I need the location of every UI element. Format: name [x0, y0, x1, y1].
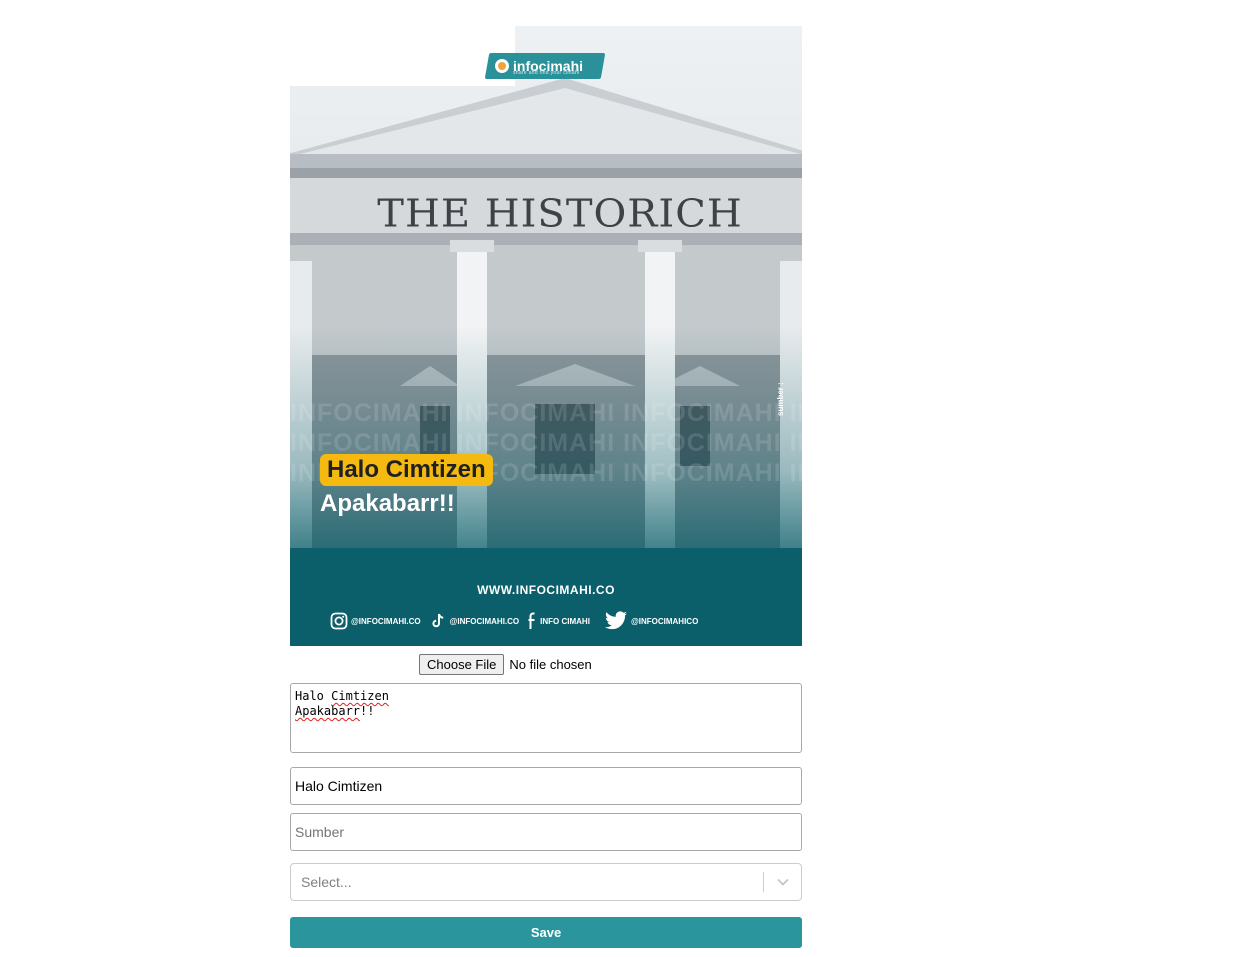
chevron-down-icon[interactable]: [764, 864, 801, 900]
title-input[interactable]: Halo Cimtizen: [290, 767, 802, 805]
title-input-value: Halo Cimtizen: [295, 778, 383, 794]
headline-highlight: Halo Cimtizen: [320, 454, 493, 486]
website-url: WWW.INFOCIMAHI.CO: [477, 583, 615, 597]
watermark-line: INFOCIMAHI INFOCIMAHI INFOCIMAHI INFOCIM…: [290, 399, 802, 427]
building-photo: [290, 26, 802, 646]
poster-preview: infocimahi share and find your cimahi TH…: [290, 26, 802, 646]
social-tiktok: @INFOCIMAHI.CO: [429, 612, 519, 630]
twitter-icon: [604, 611, 628, 630]
infocimahi-logo: infocimahi share and find your cimahi: [484, 53, 606, 79]
social-handles: @INFOCIMAHI.CO @INFOCIMAHI.CO INFO CIMAH…: [330, 609, 770, 633]
social-instagram: @INFOCIMAHI.CO: [330, 612, 421, 630]
select-placeholder: Select...: [301, 874, 352, 890]
category-select[interactable]: Select...: [290, 863, 802, 901]
sumber-input[interactable]: Sumber: [290, 813, 802, 851]
save-button[interactable]: Save: [290, 917, 802, 948]
choose-file-button[interactable]: Choose File: [419, 654, 505, 675]
social-twitter: @INFOCIMAHICO: [604, 611, 698, 630]
headline-subtitle: Apakabarr!!: [320, 490, 455, 517]
facebook-icon: [527, 612, 537, 630]
sumber-placeholder: Sumber: [295, 824, 345, 840]
instagram-icon: [330, 612, 348, 630]
tiktok-icon: [429, 612, 447, 630]
infocimahi-logo-icon: [495, 59, 509, 73]
building-inscription: THE HISTORICH: [377, 192, 743, 236]
caption-textarea[interactable]: Halo Cimtizen Apakabarr!!: [290, 683, 802, 753]
file-status: No file chosen: [509, 657, 592, 672]
file-upload: Choose File No file chosen: [419, 654, 592, 675]
social-facebook: INFO CIMAHI: [527, 612, 590, 630]
